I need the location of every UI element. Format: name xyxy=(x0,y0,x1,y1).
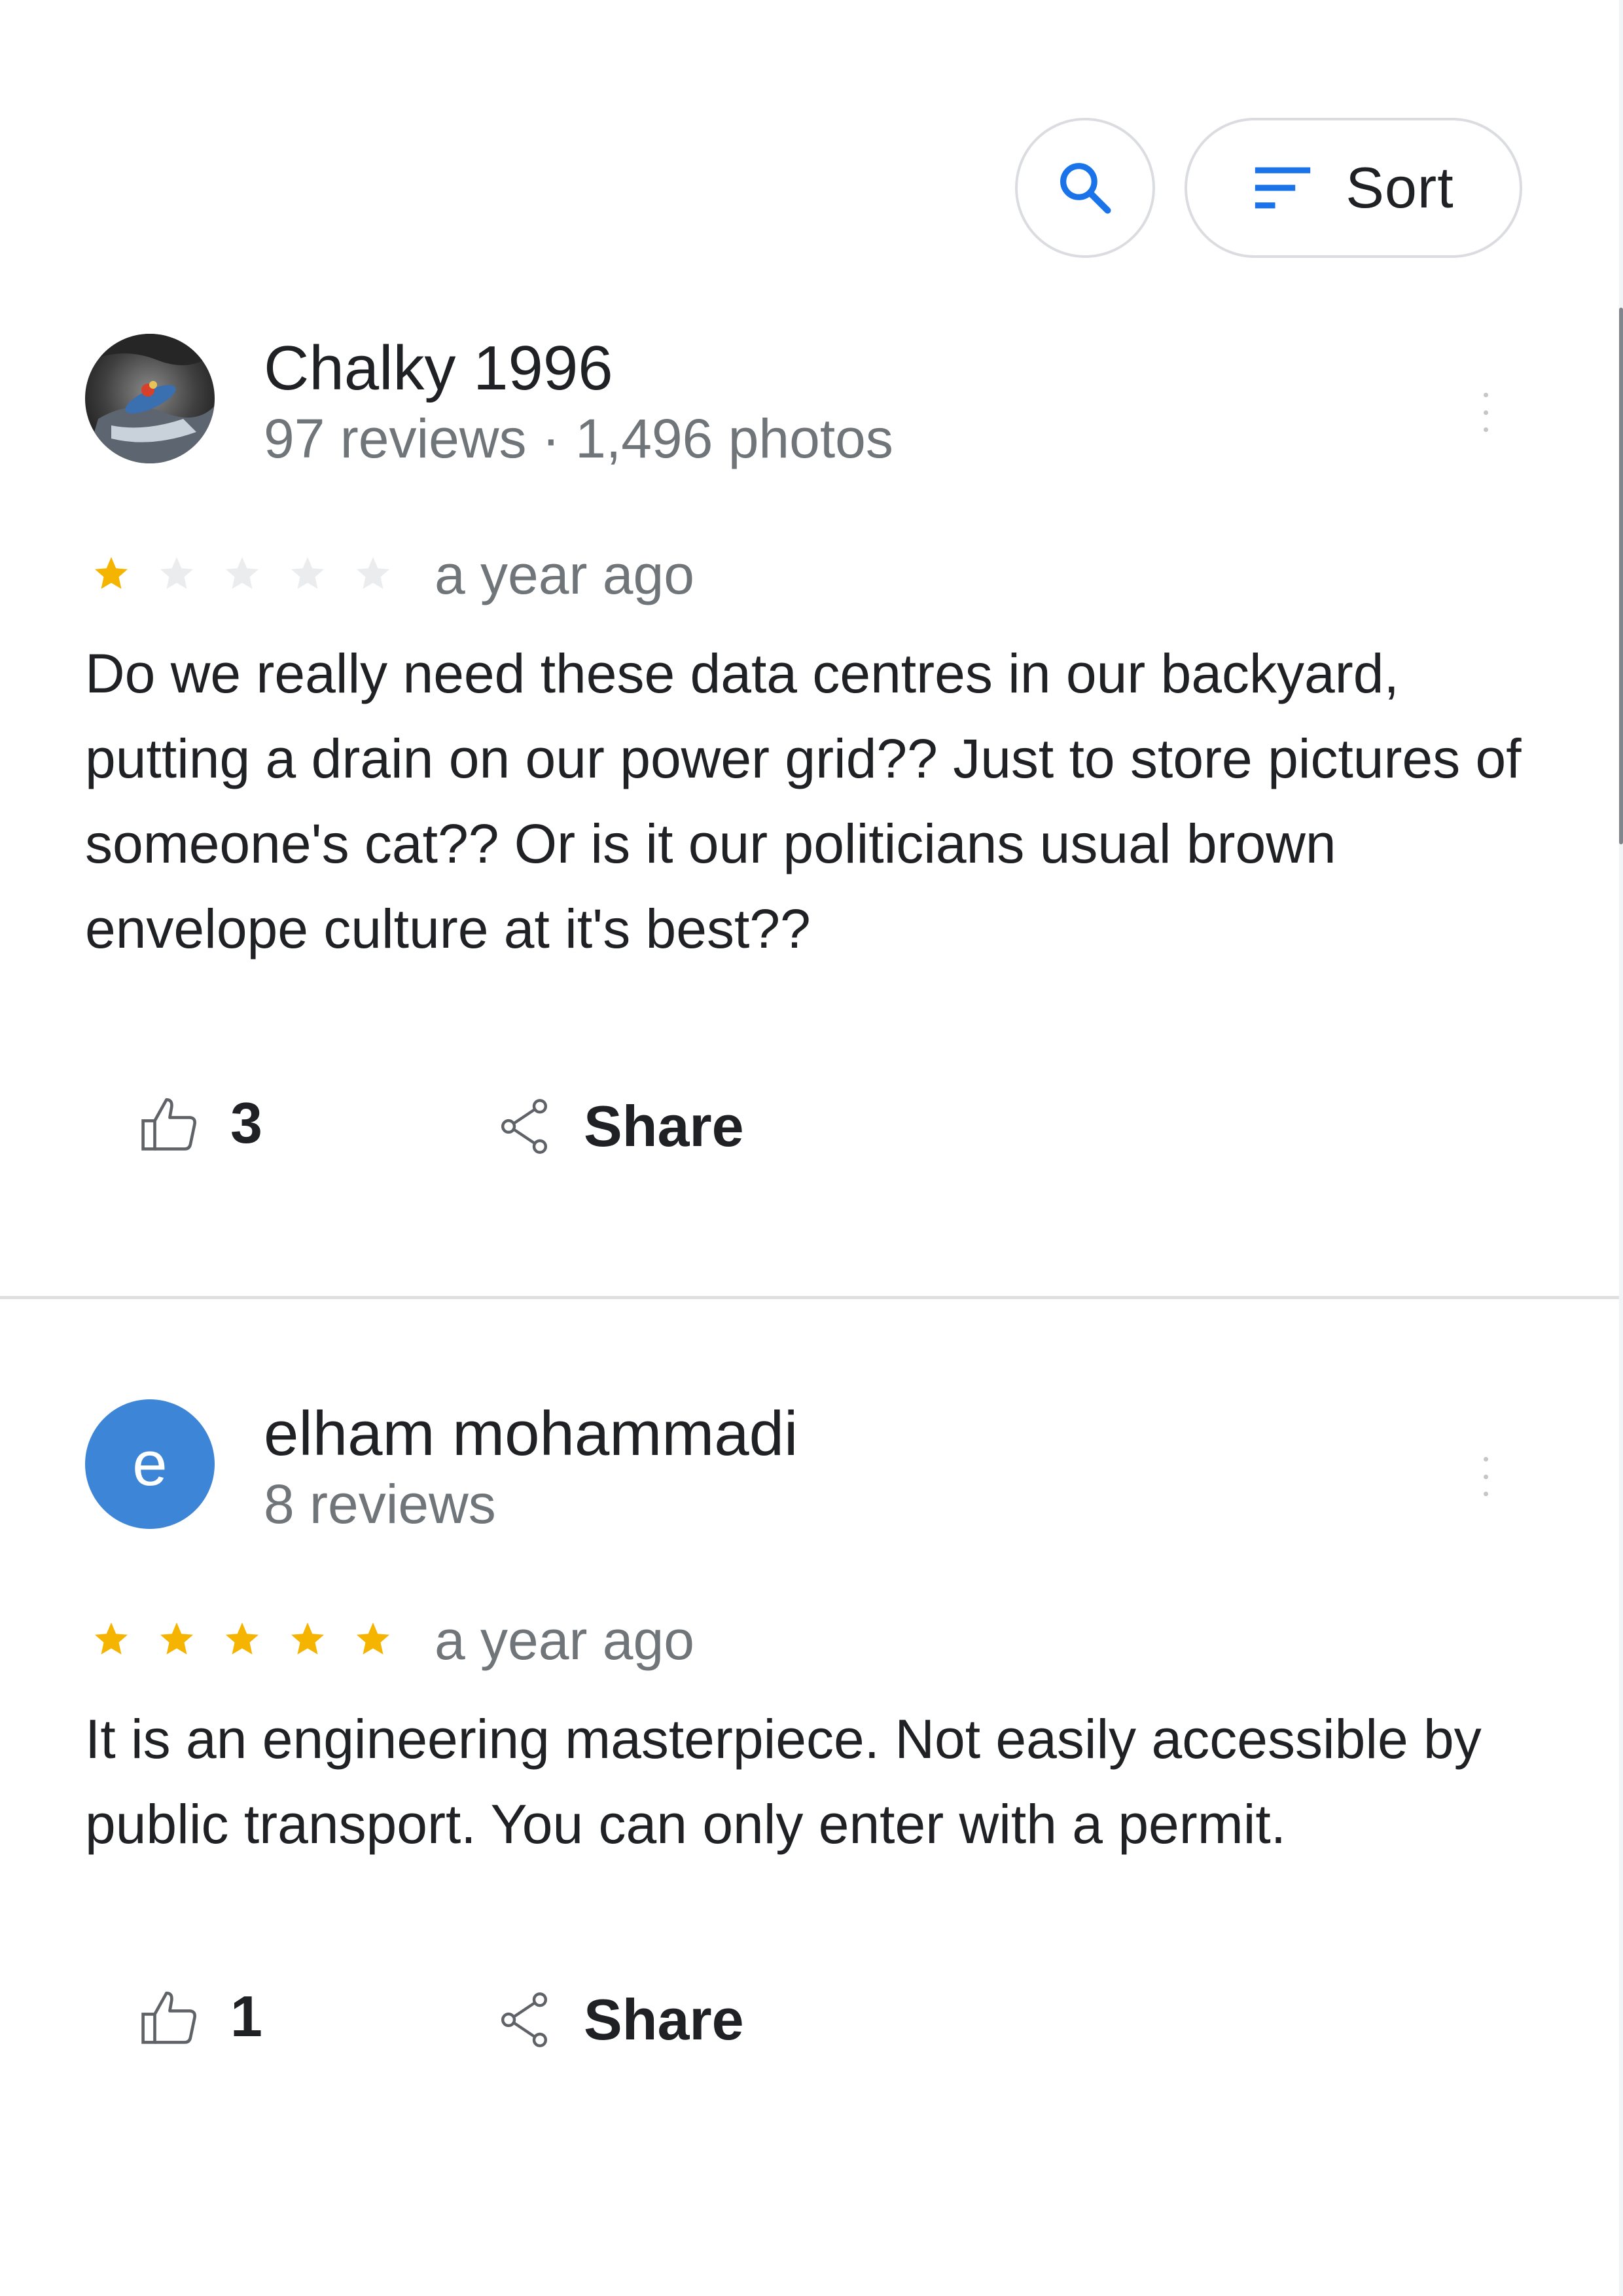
reviewer-name[interactable]: elham mohammadi xyxy=(264,1398,798,1470)
share-label: Share xyxy=(584,1987,744,2052)
thumbs-up-icon xyxy=(141,1098,196,1151)
reviewer-avatar[interactable]: e xyxy=(85,1399,215,1529)
star-icon xyxy=(291,1623,324,1655)
star-icon xyxy=(160,1623,193,1655)
star-icon xyxy=(291,557,324,589)
star-icon xyxy=(226,557,259,589)
reviewer-name[interactable]: Chalky 1996 xyxy=(264,332,613,404)
like-count: 3 xyxy=(230,1090,262,1155)
more-options-icon[interactable] xyxy=(1466,1450,1505,1503)
reviewer-meta: 8 reviews xyxy=(264,1473,496,1535)
star-icon xyxy=(357,557,389,589)
scrollbar-thumb[interactable] xyxy=(1619,308,1623,844)
more-options-icon[interactable] xyxy=(1466,386,1505,439)
review-date: a year ago xyxy=(435,1609,694,1671)
reviewer-avatar[interactable] xyxy=(85,334,215,463)
reviews-panel: Sort Chalky 1996 97 reviews · 1,496 phot… xyxy=(0,0,1623,2296)
reviewer-meta: 97 reviews · 1,496 photos xyxy=(264,408,893,469)
share-icon xyxy=(501,1099,548,1154)
star-icon xyxy=(160,557,193,589)
like-button[interactable]: 1 xyxy=(137,1983,262,2050)
reviewer-photo xyxy=(85,334,215,463)
share-label: Share xyxy=(584,1094,744,1158)
star-icon xyxy=(226,1623,259,1655)
search-icon xyxy=(1060,163,1111,214)
search-reviews-button[interactable] xyxy=(1015,118,1155,258)
like-button[interactable]: 3 xyxy=(137,1090,262,1157)
thumbs-up-icon xyxy=(141,1991,196,2044)
avatar-letter: e xyxy=(132,1429,168,1499)
review-date: a year ago xyxy=(435,544,694,605)
star-icon xyxy=(357,1623,389,1655)
review-divider xyxy=(0,1296,1619,1299)
like-count: 1 xyxy=(230,1984,262,2049)
review-text: Do we really need these data centres in … xyxy=(85,643,1522,960)
share-button[interactable]: Share xyxy=(497,1986,744,2053)
sort-button[interactable]: Sort xyxy=(1185,118,1522,258)
review-text: It is an engineering masterpiece. Not ea… xyxy=(85,1708,1482,1855)
star-icon xyxy=(95,557,128,589)
sort-label: Sort xyxy=(1346,155,1454,220)
star-icon xyxy=(95,1623,128,1655)
sort-lines-icon xyxy=(1255,167,1311,209)
star-rating xyxy=(92,1619,393,1659)
star-rating xyxy=(92,554,393,593)
share-button[interactable]: Share xyxy=(497,1093,744,1160)
share-icon xyxy=(501,1992,548,2047)
